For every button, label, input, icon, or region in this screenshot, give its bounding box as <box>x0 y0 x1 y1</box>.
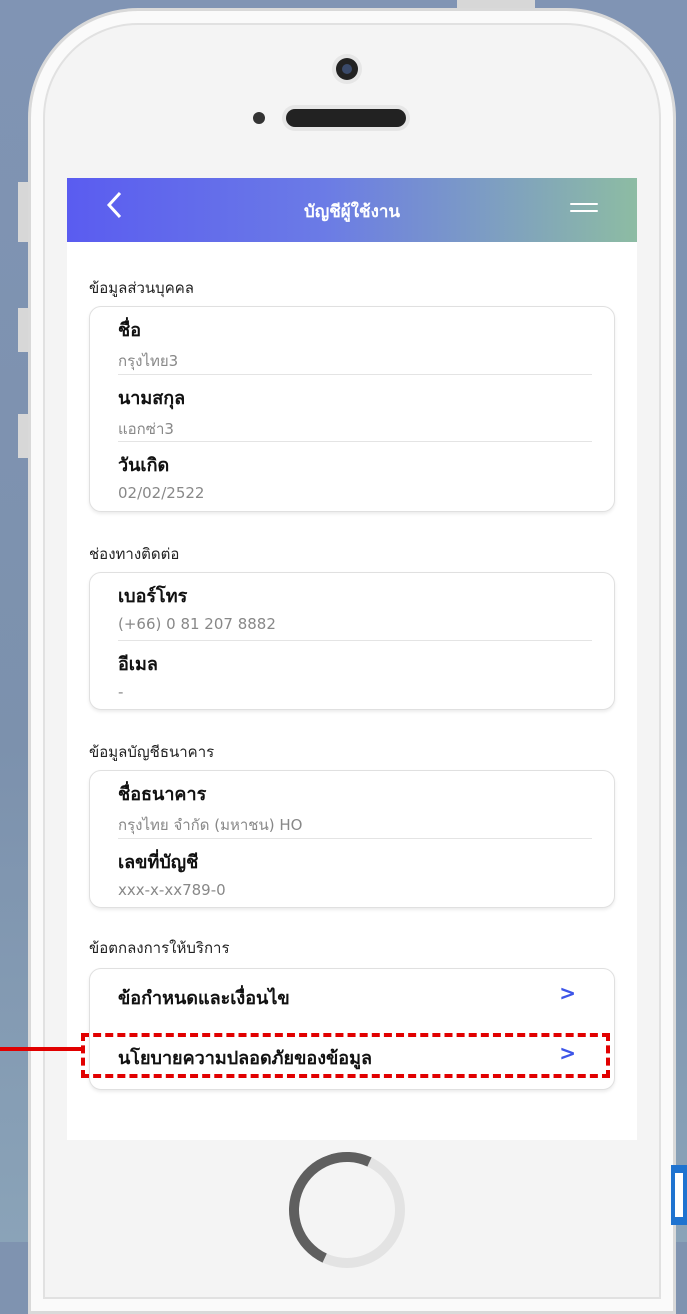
front-camera <box>336 58 358 80</box>
highlight-box <box>81 1033 610 1078</box>
section-title-contact: ช่องทางติดต่อ <box>89 545 180 563</box>
divider <box>118 640 592 641</box>
field-label: เบอร์โทร <box>118 586 188 607</box>
field-label: อีเมล <box>118 654 158 675</box>
side-button-volume-down <box>18 414 28 458</box>
proximity-sensor <box>253 112 265 124</box>
field-value: xxx-x-xx789-0 <box>118 881 226 899</box>
card-personal: ชื่อ กรุงไทย3 นามสกุล แอกซ่า3 วันเกิด 02… <box>89 306 615 512</box>
field-value: - <box>118 683 124 701</box>
divider <box>118 441 592 442</box>
field-value: กรุงไทย3 <box>118 352 179 370</box>
field-value: (+66) 0 81 207 8882 <box>118 615 276 633</box>
card-bank: ชื่อธนาคาร กรุงไทย จำกัด (มหาชน) HO เลขท… <box>89 770 615 908</box>
link-terms-conditions[interactable]: ข้อกำหนดและเงื่อนไข > <box>118 975 592 1015</box>
field-value: 02/02/2522 <box>118 484 205 502</box>
chevron-right-icon: > <box>559 981 576 1005</box>
field-phone: เบอร์โทร (+66) 0 81 207 8882 <box>118 581 592 633</box>
card-contact: เบอร์โทร (+66) 0 81 207 8882 อีเมล - <box>89 572 615 710</box>
field-label: ชื่อธนาคาร <box>118 784 207 805</box>
field-account-number: เลขที่บัญชี xxx-x-xx789-0 <box>118 847 592 899</box>
divider <box>118 374 592 375</box>
field-value: กรุงไทย จำกัด (มหาชน) HO <box>118 816 303 834</box>
section-title-terms: ข้อตกลงการให้บริการ <box>89 939 230 957</box>
side-button-volume-up <box>18 308 28 352</box>
field-bank-name: ชื่อธนาคาร กรุงไทย จำกัด (มหาชน) HO <box>118 779 592 837</box>
field-email: อีเมล - <box>118 649 592 701</box>
earpiece-speaker <box>286 109 406 127</box>
field-first-name: ชื่อ กรุงไทย3 <box>118 315 592 373</box>
app-header: บัญชีผู้ใช้งาน <box>67 178 637 242</box>
field-label: เลขที่บัญชี <box>118 852 199 873</box>
highlight-pointer-line <box>0 1047 82 1051</box>
top-power-button <box>457 0 535 8</box>
section-title-bank: ข้อมูลบัญชีธนาคาร <box>89 743 215 761</box>
field-label: ชื่อ <box>118 320 142 341</box>
field-label: นามสกุล <box>118 388 186 409</box>
section-title-personal: ข้อมูลส่วนบุคคล <box>89 279 194 297</box>
field-label: วันเกิด <box>118 455 170 476</box>
app-screen: บัญชีผู้ใช้งาน ข้อมูลส่วนบุคคล ชื่อ กรุง… <box>67 178 637 1140</box>
link-label: ข้อกำหนดและเงื่อนไข <box>118 988 290 1009</box>
field-birthdate: วันเกิด 02/02/2522 <box>118 450 592 502</box>
page-title: บัญชีผู้ใช้งาน <box>303 202 401 222</box>
divider <box>118 838 592 839</box>
side-button-mute <box>18 182 28 242</box>
field-value: แอกซ่า3 <box>118 420 174 438</box>
corner-logo-icon <box>671 1165 687 1225</box>
hamburger-menu-icon[interactable] <box>570 203 598 217</box>
field-last-name: นามสกุล แอกซ่า3 <box>118 383 592 441</box>
